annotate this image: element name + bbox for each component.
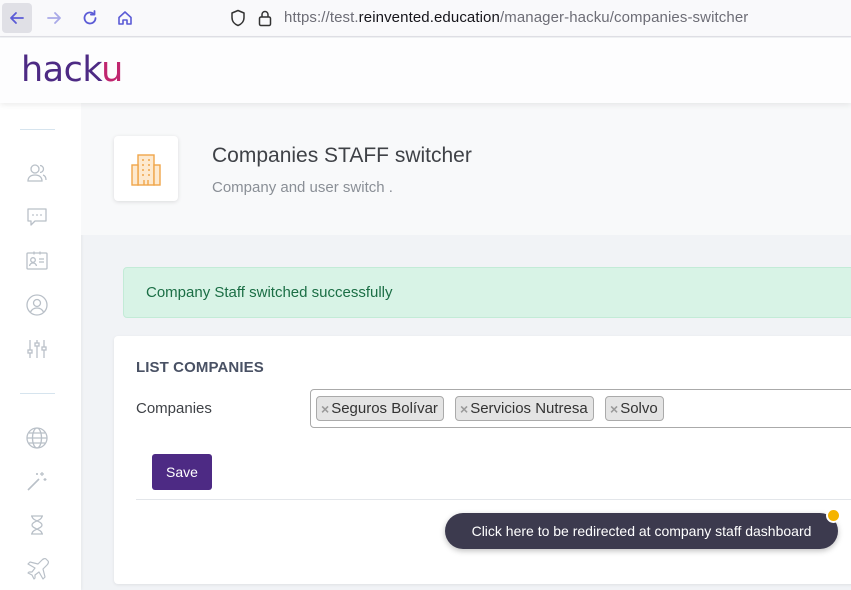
page-header: Companies STAFF switcher Company and use…	[81, 103, 851, 235]
home-icon	[118, 11, 132, 25]
reload-icon	[83, 10, 97, 25]
alert-message: Company Staff switched successfully	[146, 284, 393, 301]
forward-button[interactable]	[39, 3, 69, 33]
sidebar-divider	[20, 393, 55, 394]
remove-tag-icon[interactable]: ×	[610, 401, 618, 417]
companies-multiselect[interactable]: × Seguros Bolívar × Servicios Nutresa × Sol…	[310, 389, 851, 428]
page-subtitle: Company and user switch .	[212, 179, 393, 196]
page-title: Companies STAFF switcher	[212, 144, 472, 167]
reload-button[interactable]	[75, 3, 105, 33]
url-bar[interactable]: https://test.reinvented.education/manage…	[222, 3, 851, 33]
page-icon-box	[114, 136, 178, 201]
user-circle-icon[interactable]	[25, 293, 49, 317]
sidebar	[0, 103, 81, 590]
magic-wand-icon[interactable]	[25, 469, 49, 493]
id-card-icon[interactable]	[25, 249, 49, 273]
selected-company-tag: × Seguros Bolívar	[316, 396, 444, 421]
building-icon	[131, 153, 161, 186]
back-icon	[10, 12, 24, 24]
lock-icon[interactable]	[258, 9, 272, 27]
plane-icon[interactable]	[25, 556, 49, 580]
sidebar-divider	[20, 129, 55, 130]
success-alert: Company Staff switched successfully	[123, 267, 851, 318]
companies-label: Companies	[136, 400, 212, 417]
hourglass-icon[interactable]	[25, 513, 49, 537]
browser-toolbar: https://test.reinvented.education/manage…	[0, 0, 851, 37]
remove-tag-icon[interactable]: ×	[460, 401, 468, 417]
hacku-logo[interactable]: hacku	[21, 50, 123, 90]
sliders-icon[interactable]	[25, 337, 49, 361]
app-header: hacku	[0, 38, 851, 103]
forward-icon	[47, 12, 61, 24]
globe-icon[interactable]	[25, 426, 49, 450]
remove-tag-icon[interactable]: ×	[321, 401, 329, 417]
card-divider	[136, 499, 851, 500]
url-text: https://test.reinvented.education/manage…	[284, 9, 749, 26]
shield-icon[interactable]	[230, 9, 246, 27]
redirect-tooltip[interactable]: Click here to be redirected at company s…	[445, 513, 838, 549]
back-button[interactable]	[2, 3, 32, 33]
selected-company-tag: × Servicios Nutresa	[455, 396, 594, 421]
notification-dot	[826, 508, 841, 523]
users-icon[interactable]	[25, 161, 49, 185]
selected-company-tag: × Solvo	[605, 396, 664, 421]
chat-icon[interactable]	[25, 205, 49, 229]
save-button[interactable]: Save	[152, 454, 212, 490]
card-title: LIST COMPANIES	[136, 359, 264, 376]
home-button[interactable]	[110, 3, 140, 33]
